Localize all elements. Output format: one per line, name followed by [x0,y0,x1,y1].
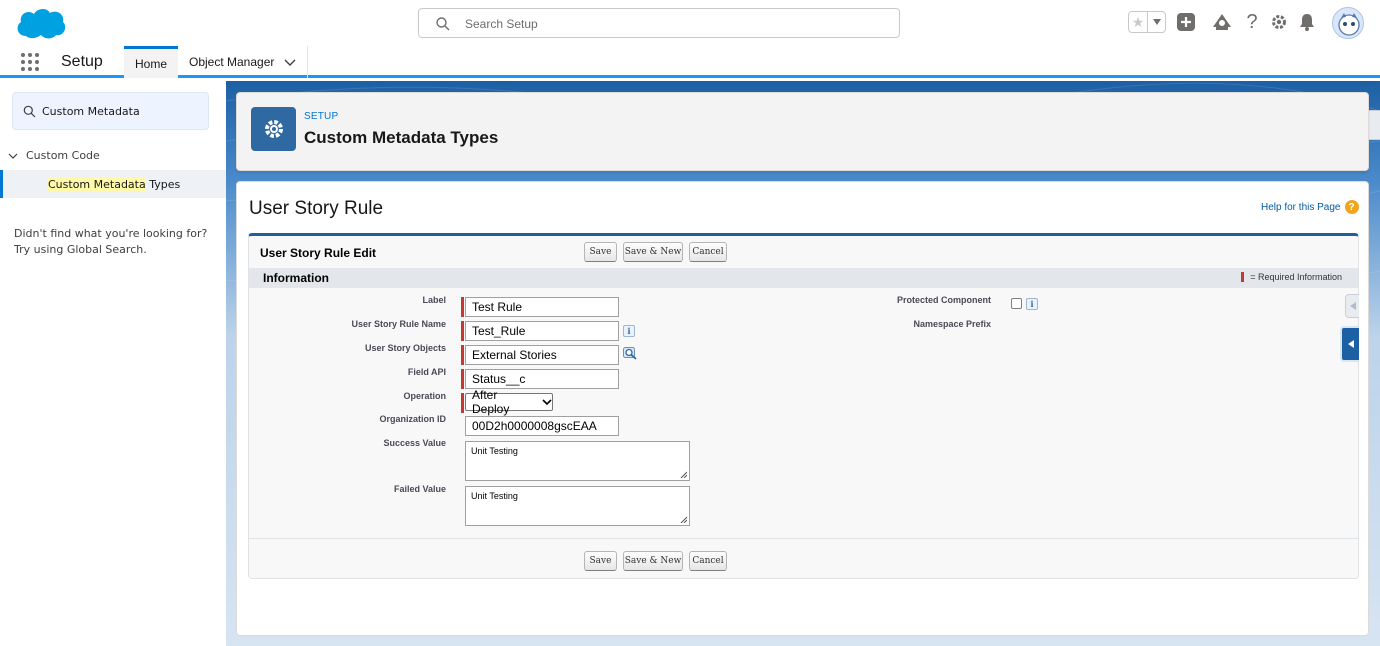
required-marker [461,369,464,389]
objects-field-label: User Story Objects [364,343,446,353]
operation-field-label: Operation [403,391,446,401]
org-id-input[interactable]: 00D2h0000008gscEAA [465,416,619,436]
not-found-line-1: Didn't find what you're looking for? [14,227,208,240]
save-new-button-bottom[interactable]: Save & New [623,551,683,571]
chevron-down-icon [1152,19,1161,25]
chevron-down-icon [542,399,552,406]
global-search[interactable] [418,8,900,38]
label-field-label: Label [422,295,446,305]
quick-find-input[interactable] [42,102,202,120]
breadcrumb[interactable]: SETUP [304,111,338,122]
star-icon[interactable]: ★ [1129,12,1148,32]
not-found-message: Didn't find what you're looking for? Try… [14,226,214,258]
tab-object-manager-label: Object Manager [189,55,275,69]
required-legend: = Required Information [1241,272,1342,282]
salesforce-logo[interactable] [14,6,66,40]
success-value-text: Unit Testing [471,446,518,456]
search-icon [436,17,450,31]
failed-value-field-label: Failed Value [393,484,446,494]
app-launcher-icon[interactable] [20,52,40,72]
operation-select[interactable]: After Deploy [465,388,553,416]
failed-value-textarea[interactable]: Unit Testing [465,486,690,526]
cancel-button[interactable]: Cancel [689,242,727,262]
add-icon[interactable] [1175,11,1197,33]
app-name: Setup [61,53,103,70]
save-button-bottom[interactable]: Save [584,551,617,571]
side-panel-tab-collapsed[interactable] [1345,294,1359,318]
edit-form: User Story Rule Edit Save Save & New Can… [248,233,1359,579]
chevron-down-icon[interactable] [284,56,296,68]
tree-item-label-rest: Types [145,177,181,191]
required-marker [461,321,464,341]
required-marker [461,393,464,413]
record-title: User Story Rule [249,198,384,219]
help-link-label: Help for this Page [1261,201,1341,213]
required-marker [461,297,464,317]
lookup-search-icon[interactable] [623,346,639,360]
content-card: User Story Rule Help for this Page ? Use… [236,181,1369,636]
tab-home[interactable]: Home [124,46,178,78]
resize-handle-icon[interactable] [680,471,687,478]
required-legend-text: = Required Information [1250,272,1342,282]
favorites-button-group: ★ [1128,11,1166,33]
save-new-button[interactable]: Save & New [623,242,683,262]
rule-name-input[interactable]: Test_Rule [465,321,619,341]
help-icon[interactable]: ? [1241,11,1263,33]
trailhead-icon[interactable] [1211,11,1233,33]
tree-node-label: Custom Code [26,149,100,162]
chevron-left-icon [1347,340,1354,348]
section-title: Information [263,271,329,285]
search-input[interactable] [465,14,865,34]
info-icon[interactable]: i [1026,298,1038,310]
cancel-button-bottom[interactable]: Cancel [689,551,727,571]
operation-selected-value: After Deploy [472,388,510,416]
quick-find[interactable] [12,92,209,130]
setup-gear-icon [251,107,296,151]
help-link[interactable]: Help for this Page ? [1261,200,1359,214]
global-header: ★ ? [0,0,1380,46]
success-value-textarea[interactable]: Unit Testing [465,441,690,481]
namespace-prefix-field-label: Namespace Prefix [913,319,991,329]
section-header-information: Information = Required Information [249,268,1358,288]
tree-item-custom-metadata-types[interactable]: Custom Metadata Types [0,170,226,198]
rule-name-field-label: User Story Rule Name [351,319,446,329]
required-marker [1241,272,1245,282]
tab-object-manager[interactable]: Object Manager [178,46,308,78]
search-highlight: Custom Metadata [48,177,146,191]
side-panel-tab[interactable] [1340,326,1359,362]
gear-icon[interactable] [1268,11,1290,33]
objects-lookup-input[interactable]: External Stories [465,345,619,365]
protected-component-field-label: Protected Component [896,295,991,305]
help-question-icon: ? [1344,200,1359,214]
save-button[interactable]: Save [584,242,617,262]
favorites-dropdown-button[interactable] [1148,12,1165,32]
org-id-field-label: Organization ID [379,414,446,424]
divider [249,538,1358,539]
success-value-field-label: Success Value [383,438,446,448]
chevron-left-icon [1349,302,1356,310]
failed-value-text: Unit Testing [471,491,518,501]
setup-sidebar: Custom Code Custom Metadata Types Didn't… [0,81,226,646]
info-icon[interactable]: i [623,325,635,337]
tree-node-custom-code[interactable]: Custom Code [8,149,100,162]
avatar[interactable] [1332,7,1364,39]
bell-icon[interactable] [1296,11,1318,33]
resize-handle-icon[interactable] [680,516,687,523]
protected-component-checkbox[interactable] [1011,298,1022,309]
page-header: SETUP Custom Metadata Types [236,92,1369,171]
page-title: Custom Metadata Types [304,128,499,147]
required-marker [461,345,464,365]
search-icon [23,105,36,118]
context-bar: Setup Home Object Manager [0,46,1380,78]
field-api-field-label: Field API [407,367,446,377]
chevron-down-icon [8,153,18,159]
label-input[interactable]: Test Rule [465,297,619,317]
form-title: User Story Rule Edit [260,246,377,260]
field-api-input[interactable]: Status__c [465,369,619,389]
not-found-line-2: Try using Global Search. [14,243,147,256]
